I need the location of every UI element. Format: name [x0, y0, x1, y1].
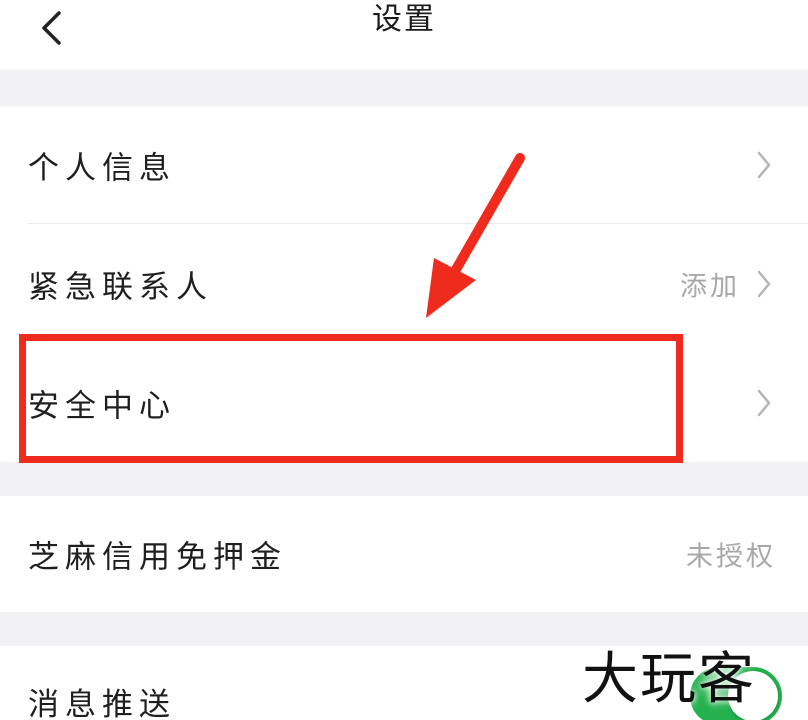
page-title: 设置 — [372, 2, 436, 37]
settings-row-emergency-contact[interactable]: 紧急联系人 添加 — [0, 225, 808, 343]
settings-row-sesame-credit[interactable]: 芝麻信用免押金 未授权 — [0, 496, 808, 612]
section-separator — [0, 70, 808, 106]
chevron-right-icon — [757, 151, 771, 179]
row-label: 消息推送 — [28, 687, 176, 720]
section-separator — [0, 462, 808, 496]
chevron-right-icon — [757, 389, 771, 417]
row-label: 芝麻信用免押金 — [28, 539, 287, 576]
settings-row-personal-info[interactable]: 个人信息 — [0, 106, 808, 224]
chevron-right-icon — [757, 270, 771, 298]
row-label: 安全中心 — [28, 388, 176, 425]
row-label: 个人信息 — [28, 150, 176, 187]
row-value: 添加 — [680, 271, 740, 303]
row-value: 未授权 — [686, 541, 776, 573]
settings-row-security-center[interactable]: 安全中心 — [0, 344, 808, 462]
nav-header: 设置 — [0, 0, 808, 70]
row-divider — [28, 223, 808, 224]
watermark-logo: 大玩客 — [582, 647, 756, 712]
row-label: 紧急联系人 — [28, 269, 213, 306]
